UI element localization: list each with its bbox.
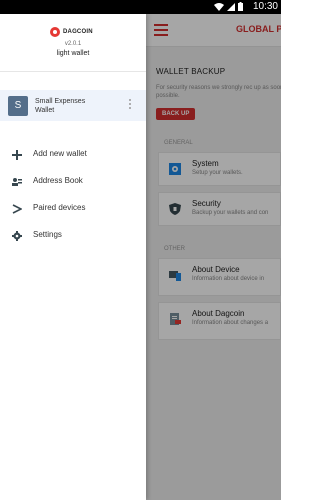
drawer-nav: Add new wallet Address Book Paired devic… — [0, 141, 146, 249]
nav-item-add-wallet[interactable]: Add new wallet — [0, 141, 146, 168]
app-version: v2.0.1 — [64, 41, 82, 47]
wallet-name: Small Expenses Wallet — [35, 98, 86, 114]
nav-item-address-book[interactable]: Address Book — [0, 168, 146, 195]
signal-icon — [227, 2, 235, 11]
battery-icon — [238, 2, 243, 11]
nav-item-settings[interactable]: Settings — [0, 222, 146, 249]
drawer-header: DAGCOIN v2.0.1 light wallet — [0, 14, 146, 72]
navigation-drawer: DAGCOIN v2.0.1 light wallet S Small Expe… — [0, 14, 146, 500]
nav-item-label: Add new wallet — [33, 149, 87, 158]
wifi-icon — [214, 2, 224, 11]
nav-item-paired-devices[interactable]: Paired devices — [0, 195, 146, 222]
contacts-icon — [12, 178, 22, 186]
nav-item-label: Address Book — [33, 176, 83, 185]
more-options-icon[interactable] — [129, 99, 132, 111]
brand-name: DAGCOIN — [63, 29, 93, 35]
dagcoin-logo-icon — [50, 27, 60, 37]
wallet-type: light wallet — [56, 50, 90, 57]
plus-icon — [12, 150, 22, 160]
status-icons — [214, 2, 243, 11]
nav-item-label: Settings — [33, 230, 62, 239]
nav-item-label: Paired devices — [33, 203, 86, 212]
dagcoin-logo: DAGCOIN — [50, 27, 93, 37]
status-time: 10:30 — [252, 1, 278, 12]
status-bar: 10:30 — [0, 0, 281, 14]
gear-icon — [12, 231, 22, 241]
wallet-item[interactable]: S Small Expenses Wallet — [0, 90, 146, 121]
paired-devices-icon — [12, 204, 22, 214]
wallet-avatar: S — [8, 96, 28, 116]
drawer-scrim[interactable] — [146, 14, 281, 500]
